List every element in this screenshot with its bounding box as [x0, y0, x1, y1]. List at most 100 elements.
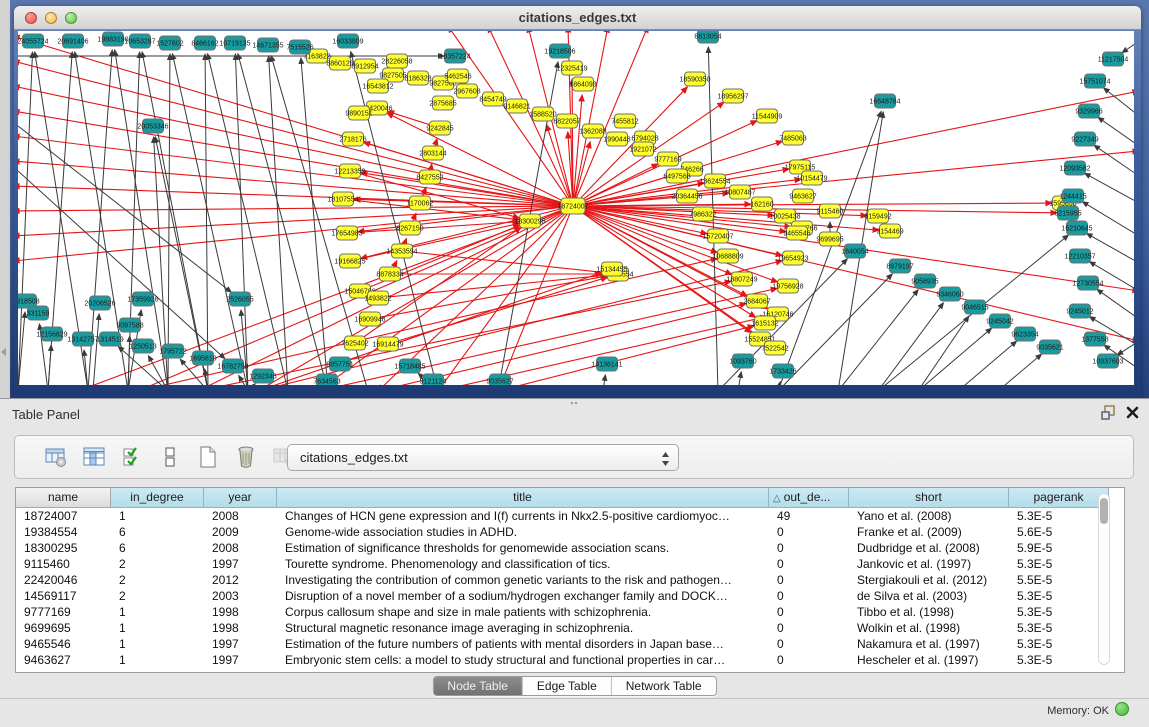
table-cell[interactable]: 2003 — [204, 588, 277, 604]
table-cell[interactable]: Yano et al. (2008) — [849, 508, 1009, 524]
graph-node[interactable]: 19218506 — [544, 44, 575, 58]
table-cell[interactable]: Dudbridge et al. (2008) — [849, 540, 1009, 556]
graph-node[interactable]: 20691406 — [57, 34, 88, 48]
graph-node[interactable]: 9121124 — [420, 374, 447, 385]
graph-edge[interactable] — [603, 375, 605, 385]
graph-node[interactable]: 10719135 — [219, 36, 250, 50]
graph-node[interactable]: 9623354 — [1011, 327, 1038, 341]
window-titlebar[interactable]: citations_edges.txt — [14, 6, 1141, 30]
graph-node[interactable]: 9777169 — [654, 152, 681, 166]
table-cell[interactable]: 9465546 — [16, 636, 111, 652]
graph-edge[interactable] — [198, 281, 731, 385]
graph-edge[interactable] — [378, 275, 607, 298]
table-cell[interactable]: 1 — [111, 652, 204, 668]
graph-node[interactable]: 8878334 — [376, 267, 403, 281]
table-cell[interactable]: 9115460 — [16, 556, 111, 572]
table-cell[interactable]: 5.3E-5 — [1009, 604, 1109, 620]
table-cell[interactable]: 0 — [769, 604, 849, 620]
graph-node[interactable]: 13624554 — [699, 174, 730, 188]
show-columns-icon[interactable] — [81, 444, 107, 470]
graph-node[interactable]: 8466162 — [191, 36, 218, 50]
table-cell[interactable]: Stergiakouli et al. (2012) — [849, 572, 1009, 588]
graph-node[interactable]: 6497568 — [663, 169, 690, 183]
table-cell[interactable]: 2009 — [204, 524, 277, 540]
network-graph[interactable]: 1872400718300295193845547163822886012889… — [18, 31, 1134, 385]
table-cell[interactable]: 14569117 — [16, 588, 111, 604]
table-cell[interactable]: Corpus callosum shape and size in male p… — [277, 604, 769, 620]
table-row[interactable]: 977716911998Corpus callosum shape and si… — [16, 604, 1124, 620]
graph-node[interactable]: 9857751 — [326, 357, 353, 371]
graph-node[interactable]: 20053346 — [137, 119, 168, 133]
graph-node[interactable]: 9890151 — [345, 106, 372, 120]
table-cell[interactable]: Changes of HCN gene expression and I(f) … — [277, 508, 769, 524]
table-cell[interactable]: Embryonic stem cells: a model to study s… — [277, 652, 769, 668]
graph-edge[interactable] — [48, 345, 51, 385]
table-cell[interactable]: 2008 — [204, 540, 277, 556]
table-row[interactable]: 2242004622012Investigating the contribut… — [16, 572, 1124, 588]
table-cell[interactable]: 5.3E-5 — [1009, 652, 1109, 668]
table-cell[interactable]: 5.3E-5 — [1009, 556, 1109, 572]
table-cell[interactable]: 0 — [769, 556, 849, 572]
table-cell[interactable]: 19384554 — [16, 524, 111, 540]
graph-edge[interactable] — [1117, 341, 1134, 355]
table-cell[interactable]: 1997 — [204, 556, 277, 572]
graph-node[interactable]: 14136141 — [591, 357, 622, 371]
graph-node[interactable]: 1864093 — [569, 77, 596, 91]
table-cell[interactable]: 49 — [769, 508, 849, 524]
graph-node[interactable]: 10653287 — [124, 34, 155, 48]
graph-edge[interactable] — [355, 227, 521, 343]
graph-edge[interactable] — [347, 222, 519, 233]
graph-node[interactable]: 16648784 — [869, 94, 900, 108]
graph-node[interactable]: 1093760 — [729, 354, 756, 368]
graph-node[interactable]: 2526055 — [226, 292, 253, 306]
column-header-pagerank[interactable]: pagerank — [1009, 488, 1109, 508]
graph-node[interactable]: 9463627 — [789, 189, 816, 203]
table-cell[interactable]: Jankovic et al. (1997) — [849, 556, 1009, 572]
graph-node[interactable]: 2967608 — [453, 84, 480, 98]
graph-edge[interactable] — [205, 54, 208, 385]
graph-edge[interactable] — [93, 314, 99, 385]
graph-edge[interactable] — [350, 223, 519, 261]
graph-node[interactable]: 16033809 — [332, 34, 363, 48]
graph-edge[interactable] — [301, 58, 328, 385]
table-cell[interactable]: Disruption of a novel member of a sodium… — [277, 588, 769, 604]
delete-column-icon[interactable] — [233, 444, 259, 470]
graph-edge[interactable] — [115, 50, 168, 385]
graph-node[interactable]: 19654923 — [777, 251, 808, 265]
table-cell[interactable]: 5.3E-5 — [1009, 588, 1109, 604]
column-visibility-icon[interactable] — [119, 444, 145, 470]
graph-node[interactable]: 7455812 — [611, 114, 638, 128]
table-row[interactable]: 1938455462009Genome-wide association stu… — [16, 524, 1124, 540]
graph-edge[interactable] — [402, 251, 607, 273]
table-cell[interactable]: 1997 — [204, 652, 277, 668]
table-cell[interactable]: 1998 — [204, 604, 277, 620]
graph-node[interactable]: 17654983 — [331, 226, 362, 240]
table-cell[interactable]: Tourette syndrome. Phenomenology and cla… — [277, 556, 769, 572]
graph-edge[interactable] — [248, 384, 255, 385]
memory-status-indicator[interactable] — [1115, 702, 1129, 716]
table-selector-dropdown[interactable]: citations_edges.txt — [287, 444, 679, 471]
table-cell[interactable]: 18300295 — [16, 540, 111, 556]
column-header-year[interactable]: year — [204, 488, 277, 508]
table-cell[interactable]: 9777169 — [16, 604, 111, 620]
graph-edge[interactable] — [573, 206, 782, 255]
graph-edge[interactable] — [18, 111, 573, 206]
graph-node[interactable]: 11217504 — [1098, 52, 1129, 66]
graph-edge[interactable] — [1122, 41, 1134, 53]
table-cell[interactable]: 0 — [769, 572, 849, 588]
table-scrollbar[interactable] — [1098, 493, 1110, 665]
graph-node[interactable]: 12730554 — [1072, 276, 1103, 290]
graph-edge[interactable] — [1104, 88, 1134, 116]
graph-node[interactable]: 1695810 — [189, 351, 216, 365]
graph-node[interactable]: 9245012 — [1066, 304, 1093, 318]
graph-node[interactable]: 9154469 — [876, 224, 903, 238]
table-cell[interactable]: Franke et al. (2009) — [849, 524, 1009, 540]
graph-node[interactable]: 18590350 — [679, 72, 710, 86]
table-row[interactable]: 1872400712008Changes of HCN gene express… — [16, 508, 1124, 524]
table-cell[interactable]: Genome-wide association studies in ADHD. — [277, 524, 769, 540]
graph-node[interactable]: 7625402 — [341, 336, 368, 350]
graph-node[interactable]: 1314519 — [96, 332, 123, 346]
graph-node[interactable]: 8813054 — [694, 31, 721, 43]
graph-node[interactable]: 9346060 — [936, 287, 963, 301]
table-row[interactable]: 1456911722003Disruption of a novel membe… — [16, 588, 1124, 604]
